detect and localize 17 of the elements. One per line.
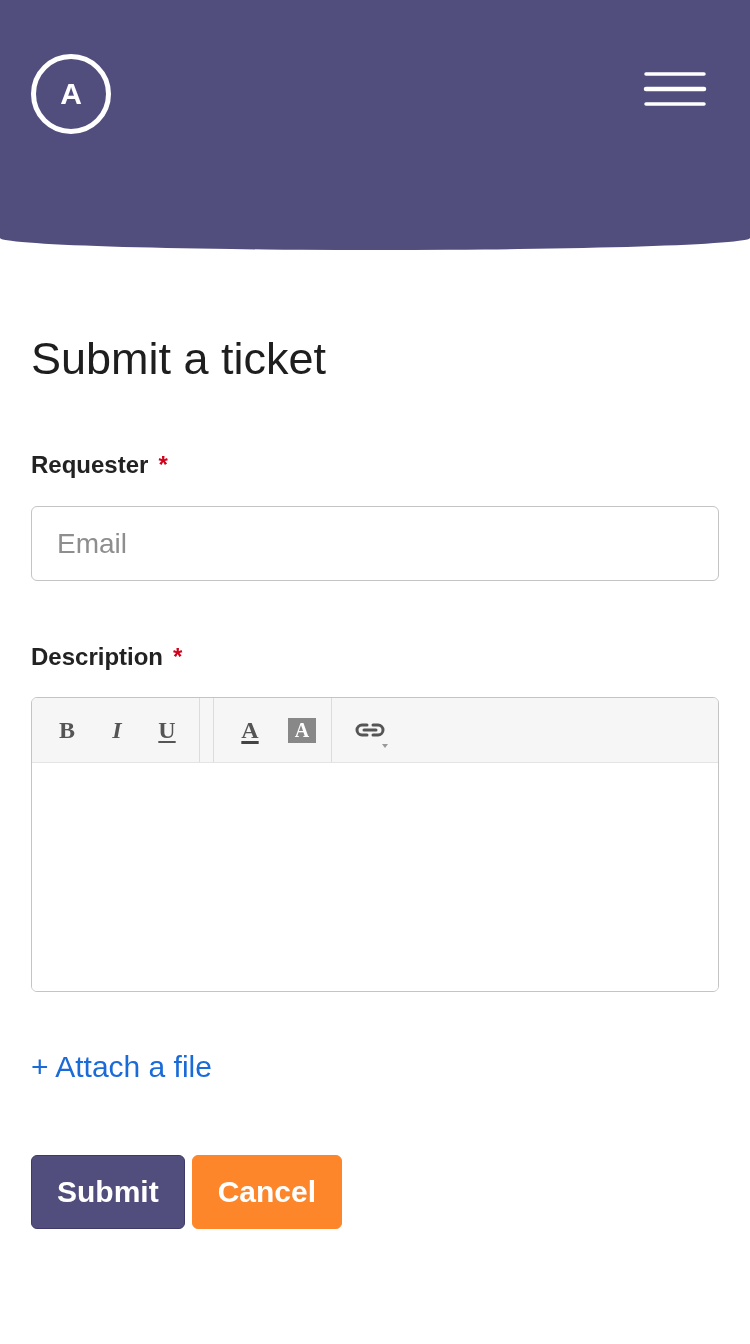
highlight-button[interactable]: A — [288, 717, 316, 743]
email-input-field[interactable]: Email — [31, 506, 719, 581]
required-asterisk: * — [158, 450, 168, 480]
underline-button[interactable]: U — [147, 710, 187, 750]
italic-button[interactable]: I — [97, 710, 137, 750]
logo[interactable]: A — [31, 54, 111, 134]
page-title: Submit a ticket — [31, 332, 327, 385]
required-asterisk: * — [173, 642, 183, 672]
field-label: Description — [31, 642, 164, 672]
caret-icon — [382, 744, 388, 748]
link-icon — [354, 722, 386, 738]
field-label: Requester — [31, 450, 149, 480]
attach-file-link[interactable]: + Attach a file — [31, 1049, 212, 1085]
text-color-button[interactable]: A — [230, 710, 270, 750]
submit-button[interactable]: Submit — [31, 1155, 185, 1229]
bold-button[interactable]: B — [47, 710, 87, 750]
menu-icon[interactable] — [644, 72, 706, 106]
